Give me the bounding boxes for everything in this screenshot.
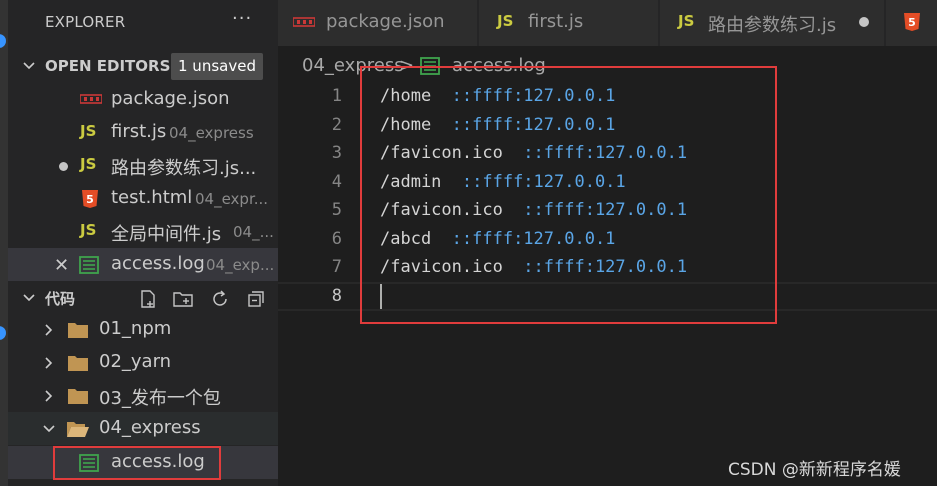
html5-icon: 5 [81,189,101,209]
html5-icon: 5 [903,12,923,32]
js-icon: JS [497,12,514,30]
file-name: test.html [111,187,193,208]
folder-open-icon [67,421,89,437]
highlight-box [53,446,221,480]
file-name: access.log [111,253,205,274]
file-name: 全局中间件.js [111,224,222,245]
folder-icon [68,388,88,404]
refresh-icon[interactable] [210,289,230,309]
folder-name: 01_npm [99,318,172,339]
tab-package-json[interactable]: package.json [278,0,478,46]
line-number: 4 [331,172,342,192]
chevron-down-icon [22,59,36,73]
folder-name: 02_yarn [99,351,172,372]
line-number: 6 [331,229,342,249]
unsaved-dot-icon[interactable] [59,162,68,171]
tab-label: 路由参数练习.js [708,15,837,36]
tab-first-js[interactable]: JS first.js [479,0,659,46]
highlight-box [360,66,777,324]
activity-badge-dot[interactable] [0,326,6,340]
workspace-label: 代码 [45,290,76,308]
chevron-down-icon [42,422,56,436]
line-number: 2 [331,115,342,135]
js-icon: JS [80,122,97,140]
folder-03-publish-package[interactable]: 03_发布一个包 [8,379,278,412]
file-folder-desc: 04_expr... [195,190,269,208]
tab-test-html[interactable]: 5 [886,0,937,46]
line-number: 7 [331,257,342,277]
svg-text:5: 5 [86,193,94,206]
code-editor[interactable]: 1 /home ::ffff:127.0.0.1 2 /home ::ffff:… [278,66,937,486]
line-number: 5 [331,200,342,220]
new-file-icon[interactable] [138,289,158,309]
folder-icon [68,355,88,371]
chevron-right-icon [42,323,56,337]
js-icon: JS [678,12,695,30]
open-editor-global-middleware-js[interactable]: JS 全局中间件.js 04_... [8,215,278,248]
editor-tabbar: package.json JS first.js JS 路由参数练习.js 5 [278,0,937,46]
line-number: 3 [331,143,342,163]
open-editor-route-params-js[interactable]: JS 路由参数练习.js... [8,149,278,182]
new-folder-icon[interactable] [172,289,193,309]
chevron-right-icon [42,356,56,370]
line-number: 1 [331,86,342,106]
js-icon: JS [80,155,97,173]
folder-icon [68,322,88,338]
unsaved-dot-icon[interactable] [859,17,869,27]
chevron-down-icon [22,291,36,305]
tab-route-params-js[interactable]: JS 路由参数练习.js [660,0,885,46]
tab-label: package.json [326,11,445,32]
open-editor-package-json[interactable]: package.json [8,83,278,116]
tab-label: first.js [528,11,584,32]
folder-01-npm[interactable]: 01_npm [8,313,278,346]
file-folder-desc: 04_exp... [206,256,275,274]
js-icon: JS [80,221,97,239]
explorer-sidebar: EXPLORER ··· OPEN EDITORS 1 unsaved pack… [8,0,278,486]
file-name: 路由参数练习.js... [111,158,257,179]
watermark: CSDN @新新程序名媛 [728,460,901,480]
close-icon[interactable]: ✕ [54,255,69,276]
activity-badge-dot[interactable] [0,34,6,48]
folder-04-express[interactable]: 04_express [8,412,278,445]
explorer-header: EXPLORER ··· [8,0,278,46]
open-editors-label: OPEN EDITORS [45,57,171,75]
open-editor-first-js[interactable]: JS first.js 04_express [8,116,278,149]
file-name: first.js [111,121,167,142]
line-number: 8 [331,286,342,306]
more-actions-icon[interactable]: ··· [232,8,252,29]
npm-icon [293,13,315,33]
log-file-icon [79,255,99,275]
svg-text:5: 5 [908,16,916,29]
unsaved-badge: 1 unsaved [171,53,263,80]
chevron-right-icon [42,389,56,403]
file-folder-desc: 04_... [233,223,274,241]
explorer-title: EXPLORER [45,13,126,31]
open-editor-test-html[interactable]: 5 test.html 04_expr... [8,182,278,215]
npm-icon [80,90,102,110]
folder-02-yarn[interactable]: 02_yarn [8,346,278,379]
file-name: package.json [111,88,230,109]
activity-bar [0,0,8,486]
file-folder-desc: 04_express [169,124,254,142]
collapse-all-icon[interactable] [246,289,266,309]
open-editor-access-log[interactable]: ✕ access.log 04_exp... [8,248,278,281]
folder-name: 03_发布一个包 [99,388,221,409]
folder-name: 04_express [99,417,201,438]
